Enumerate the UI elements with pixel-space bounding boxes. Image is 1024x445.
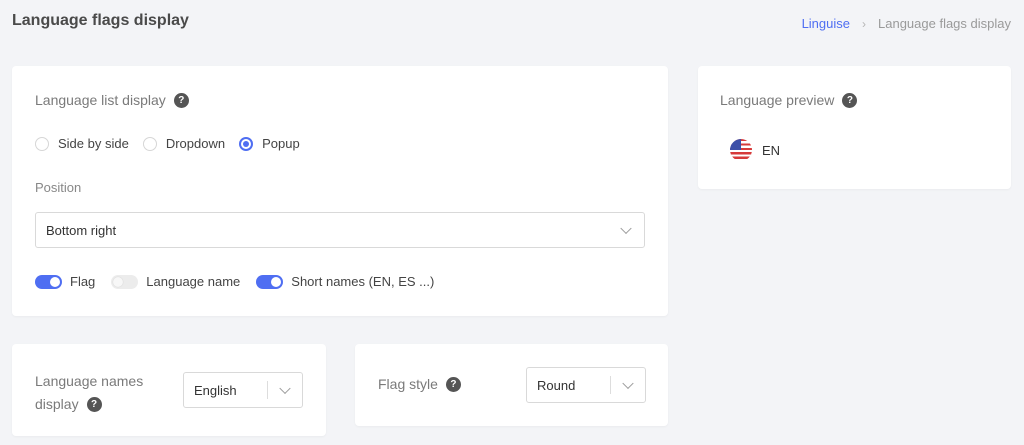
page-title: Language flags display [12, 12, 189, 29]
position-select-value: Bottom right [46, 222, 117, 238]
toggle-language-name[interactable]: Language name [111, 274, 240, 289]
display-mode-radio-group: Side by side Dropdown Popup [35, 136, 314, 151]
radio-popup[interactable]: Popup [239, 136, 300, 151]
toggle-short-names[interactable]: Short names (EN, ES ...) [256, 274, 434, 289]
language-list-display-label: Language list display ? [35, 92, 189, 108]
toggle-label: Language name [146, 274, 241, 289]
toggle-flag[interactable]: Flag [35, 274, 95, 289]
language-list-card: Language list display ? Side by side Dro… [12, 66, 668, 316]
help-icon[interactable]: ? [86, 397, 102, 412]
language-code: EN [762, 142, 781, 158]
help-icon[interactable]: ? [173, 92, 189, 108]
help-icon[interactable]: ? [842, 92, 858, 108]
language-names-label-line1: Language names [35, 373, 144, 389]
language-preview-text: Language preview [720, 92, 835, 108]
chevron-down-icon [622, 377, 634, 390]
chevron-down-icon [620, 222, 632, 235]
select-divider [610, 376, 611, 394]
position-label: Position [35, 180, 82, 195]
toggle-switch-on[interactable] [256, 274, 284, 289]
language-preview-label: Language preview ? [720, 92, 858, 108]
flag-style-label: Flag style ? [378, 376, 461, 392]
radio-label: Dropdown [165, 136, 226, 151]
toggle-label: Short names (EN, ES ...) [291, 274, 435, 289]
flag-style-select-value: Round [537, 377, 576, 393]
radio-circle[interactable] [142, 136, 157, 151]
select-divider [267, 381, 268, 399]
language-preview-card: Language preview ? EN [698, 66, 1011, 189]
radio-label: Side by side [58, 136, 129, 151]
language-names-select[interactable]: English [183, 372, 303, 408]
language-preview-item[interactable]: EN [730, 139, 780, 161]
position-select[interactable]: Bottom right [35, 212, 645, 248]
us-flag-icon [730, 139, 752, 161]
language-names-label-line2: display [35, 396, 79, 412]
breadcrumb-current: Language flags display [878, 16, 1011, 31]
display-options-toggles: Flag Language name Short names (EN, ES .… [35, 274, 450, 289]
language-names-card: Language names display ? English [12, 344, 326, 436]
toggle-switch-off[interactable] [111, 274, 139, 289]
language-names-display-label: Language names display ? [35, 370, 143, 416]
radio-label: Popup [262, 136, 300, 151]
language-names-label-line2-wrap: display ? [35, 393, 143, 416]
breadcrumb: Linguise › Language flags display [802, 16, 1011, 31]
flag-style-card: Flag style ? Round [355, 344, 668, 426]
radio-circle[interactable] [35, 136, 49, 151]
language-names-select-value: English [194, 382, 237, 398]
radio-dropdown[interactable]: Dropdown [142, 136, 226, 151]
toggle-label: Flag [70, 274, 96, 289]
radio-side-by-side[interactable]: Side by side [35, 136, 129, 151]
flag-style-select[interactable]: Round [526, 367, 646, 403]
chevron-right-icon: › [862, 16, 866, 31]
chevron-down-icon [279, 382, 291, 395]
language-list-display-text: Language list display [35, 92, 166, 108]
help-icon[interactable]: ? [445, 376, 461, 392]
flag-style-text: Flag style [378, 376, 438, 392]
breadcrumb-link-linguise[interactable]: Linguise [802, 16, 850, 31]
toggle-switch-on[interactable] [35, 274, 62, 289]
radio-circle-checked[interactable] [239, 136, 254, 151]
